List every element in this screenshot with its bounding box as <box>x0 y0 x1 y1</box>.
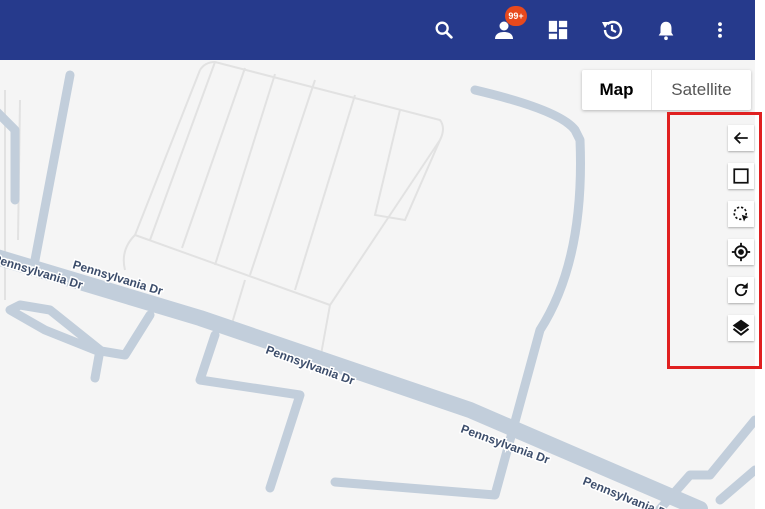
history-button[interactable] <box>594 12 630 48</box>
refresh-button[interactable] <box>728 277 754 303</box>
notifications-button[interactable] <box>648 12 684 48</box>
search-button[interactable] <box>426 12 462 48</box>
layers-button[interactable] <box>728 315 754 341</box>
draw-rectangle-button[interactable] <box>728 163 754 189</box>
lasso-select-button[interactable] <box>728 201 754 227</box>
back-arrow-icon <box>733 132 748 144</box>
my-location-icon <box>731 242 751 262</box>
my-location-button[interactable] <box>728 239 754 265</box>
more-vert-icon <box>718 22 722 38</box>
dashboard-icon <box>548 20 568 40</box>
more-options-button[interactable] <box>702 12 738 48</box>
refresh-icon <box>734 282 748 297</box>
map-roads: Pennsylvania Dr Pennsylvania Dr Pennsylv… <box>0 60 755 509</box>
lasso-select-icon <box>733 206 749 222</box>
square-draw-icon <box>733 168 749 184</box>
top-app-bar: 99+ <box>0 0 755 60</box>
back-button[interactable] <box>728 125 754 151</box>
bell-icon <box>658 21 674 41</box>
dashboard-button[interactable] <box>540 12 576 48</box>
layers-icon <box>732 319 750 336</box>
map-type-satellite-button[interactable]: Satellite <box>652 70 751 110</box>
map-type-control: Map Satellite <box>582 70 751 110</box>
map-type-map-button[interactable]: Map <box>582 70 652 110</box>
notification-badge: 99+ <box>505 6 527 26</box>
history-icon <box>602 20 623 40</box>
search-icon <box>435 21 453 39</box>
map-canvas[interactable]: Pennsylvania Dr Pennsylvania Dr Pennsylv… <box>0 60 755 509</box>
